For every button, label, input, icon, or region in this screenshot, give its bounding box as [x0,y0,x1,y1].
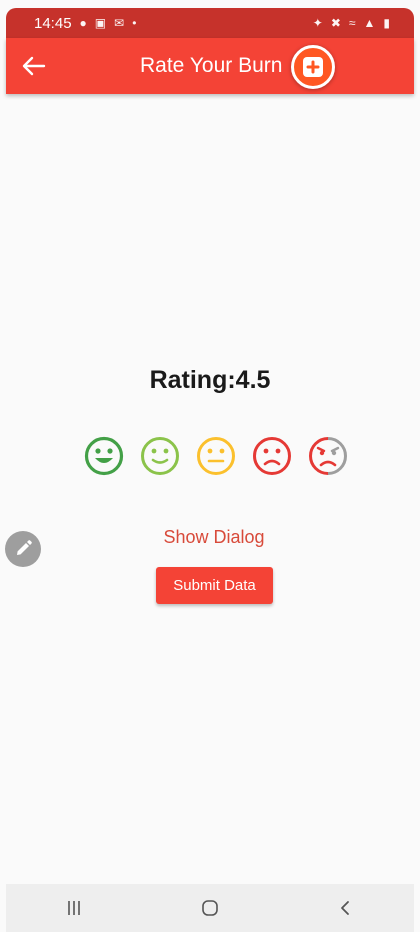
image-icon: ▣ [94,16,107,30]
bluetooth-icon: ✦ [312,16,323,30]
submit-data-button[interactable]: Submit Data [156,567,273,604]
system-nav-bar [6,884,414,932]
neutral-face-icon[interactable] [195,435,237,477]
status-bar: 14:45 ● ▣ ✉ • ✦ ✖ ≈ ▲ ▮ [6,8,414,38]
sad-face-icon[interactable] [251,435,293,477]
app-screen: 14:45 ● ▣ ✉ • ✦ ✖ ≈ ▲ ▮ Rate Your Burn R… [0,0,420,932]
battery-icon: ▮ [383,16,390,30]
status-right: ✦ ✖ ≈ ▲ ▮ [313,16,390,30]
mail-icon: ✉ [114,16,125,30]
notification-icon: ● [79,16,87,30]
system-back-button[interactable] [330,896,362,920]
app-bar: Rate Your Burn [6,38,414,94]
arrow-left-icon [22,56,46,76]
mute-icon: ✖ [330,16,341,30]
dot-icon: • [132,16,137,30]
chevron-left-icon [341,901,349,915]
back-button[interactable] [18,50,50,82]
home-icon [202,900,218,916]
rating-faces [83,435,349,477]
add-burn-button[interactable] [291,45,335,89]
very-sad-face-icon[interactable] [307,435,349,477]
very-happy-face-icon[interactable] [83,435,125,477]
pencil-icon [17,540,32,555]
recent-apps-button[interactable] [58,896,90,920]
show-dialog-button[interactable]: Show Dialog [0,526,420,549]
status-left: 14:45 ● ▣ ✉ • [34,15,136,32]
rating-value: Rating:4.5 [149,366,271,394]
plus-icon [303,57,323,77]
page-title: Rate Your Burn [140,54,283,77]
happy-face-icon[interactable] [139,435,181,477]
edit-button[interactable] [5,531,41,567]
home-button[interactable] [194,896,226,920]
status-time: 14:45 [34,14,72,32]
recent-apps-icon [68,901,80,915]
signal-icon: ▲ [363,16,376,30]
wifi-icon: ≈ [348,16,356,30]
